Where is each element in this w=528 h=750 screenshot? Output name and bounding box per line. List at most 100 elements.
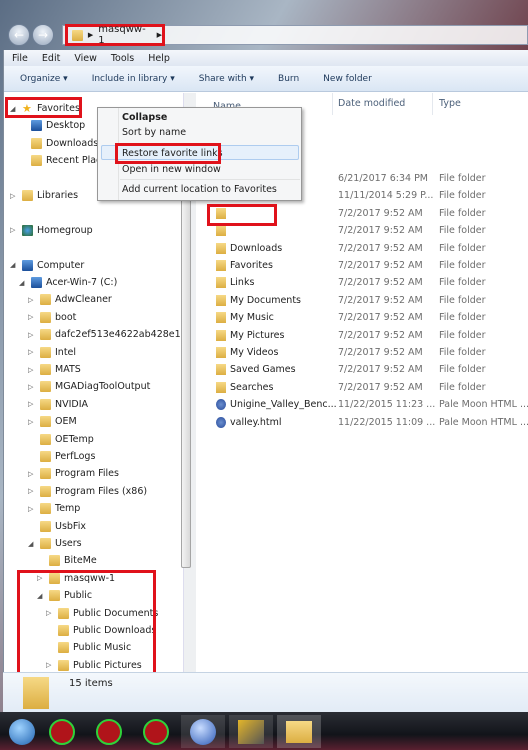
file-row[interactable]: Links 7/2/2017 9:52 AM File folder	[196, 275, 528, 292]
highlight-box	[115, 143, 221, 164]
tree-item[interactable]: ▷ Homegroup	[10, 222, 93, 239]
tree-item[interactable]: ◢ Acer-Win-7 (C:)	[19, 274, 117, 291]
tree-item[interactable]: ▷ Program Files	[28, 465, 119, 482]
taskbar-windows-explorer[interactable]	[277, 715, 321, 748]
tree-item[interactable]: ▷ NVIDIA	[28, 396, 88, 413]
tree-item[interactable]: UsbFix	[28, 518, 86, 535]
expander-icon[interactable]: ▷	[28, 418, 36, 426]
windows-logo-icon	[9, 718, 35, 745]
taskbar-pale-moon[interactable]	[181, 715, 225, 748]
file-row[interactable]: My Videos 7/2/2017 9:52 AM File folder	[196, 345, 528, 362]
tree-item[interactable]: PerfLogs	[28, 448, 95, 465]
menu-item-sort-by-name[interactable]: Sort by name	[122, 127, 186, 138]
breadcrumb-item[interactable]: masqww-1	[98, 24, 151, 46]
expander-icon[interactable]: ▷	[28, 331, 36, 339]
tree-item[interactable]: ▷ boot	[28, 309, 76, 326]
highlight-box	[207, 204, 277, 226]
expander-icon[interactable]: ▷	[10, 226, 18, 234]
tree-item[interactable]: BiteMe	[37, 552, 97, 569]
tree-item-label: UsbFix	[55, 520, 86, 532]
drive-icon	[31, 277, 42, 288]
back-button[interactable]: ←	[8, 24, 30, 46]
toolbar-button[interactable]: Include in library ▾	[92, 74, 175, 84]
expander-icon[interactable]: ▷	[28, 313, 36, 321]
menu-edit[interactable]: Edit	[42, 53, 60, 64]
tree-item[interactable]: ◢ Users	[28, 535, 82, 552]
menu-file[interactable]: File	[12, 53, 28, 64]
menu-item-collapse[interactable]: Collapse	[122, 112, 167, 123]
tree-item[interactable]: ▷ Intel	[28, 344, 76, 361]
file-type: Pale Moon HTML ...	[439, 399, 528, 411]
tree-item[interactable]: ▷ MATS	[28, 361, 81, 378]
file-date: 7/2/2017 9:52 AM	[338, 260, 423, 271]
tree-item[interactable]: ▷ dafc2ef513e4622ab428e1	[28, 326, 181, 343]
chevron-right-icon: ▶	[156, 31, 162, 39]
file-type: File folder	[439, 294, 486, 306]
expander-icon[interactable]: ▷	[10, 192, 18, 200]
tree-item[interactable]: ▷ OEM	[28, 413, 77, 430]
start-button[interactable]	[0, 715, 44, 748]
tree-item-label: Computer	[37, 259, 85, 271]
tree-item[interactable]: Downloads	[19, 135, 98, 152]
folder-icon	[286, 720, 312, 743]
file-type: File folder	[439, 260, 486, 271]
column-type[interactable]: Type	[439, 98, 461, 109]
html-file-icon	[216, 399, 226, 411]
file-row[interactable]: My Music 7/2/2017 9:52 AM File folder	[196, 310, 528, 327]
tree-item[interactable]: ▷ MGADiagToolOutput	[28, 378, 150, 395]
taskbar-security-tool[interactable]	[229, 715, 273, 748]
file-row[interactable]: Searches 7/2/2017 9:52 AM File folder	[196, 380, 528, 397]
expander-icon[interactable]: ▷	[28, 487, 36, 495]
file-row[interactable]: Unigine_Valley_Benc... 11/22/2015 11:23 .…	[196, 397, 528, 414]
folder-icon	[40, 311, 51, 323]
folder-icon	[40, 416, 51, 428]
folder-icon	[216, 329, 226, 341]
column-date[interactable]: Date modified	[338, 98, 405, 109]
desktop-icon	[31, 120, 42, 132]
taskbar-app-s[interactable]	[134, 715, 178, 748]
taskbar-app-m[interactable]	[87, 715, 131, 748]
file-row[interactable]: My Pictures 7/2/2017 9:52 AM File folder	[196, 328, 528, 345]
tree-item[interactable]: Desktop	[19, 117, 85, 134]
menu-help[interactable]: Help	[148, 53, 170, 64]
expander-icon[interactable]: ◢	[28, 540, 36, 548]
expander-icon[interactable]: ▷	[28, 505, 36, 513]
menu-tools[interactable]: Tools	[111, 53, 134, 64]
expander-icon[interactable]: ▷	[28, 348, 36, 356]
expander-icon[interactable]: ◢	[19, 279, 27, 287]
expander-icon[interactable]: ▷	[28, 400, 36, 408]
toolbar-button[interactable]: Share with ▾	[199, 74, 254, 84]
menu-item-add-to-favorites[interactable]: Add current location to Favorites	[122, 184, 277, 195]
expander-icon[interactable]: ▷	[28, 470, 36, 478]
file-row[interactable]: My Documents 7/2/2017 9:52 AM File folder	[196, 293, 528, 310]
toolbar-button[interactable]: New folder	[323, 74, 372, 84]
toolbar-button[interactable]: Organize ▾	[20, 74, 68, 84]
tree-item[interactable]: OETemp	[28, 431, 94, 448]
address-breadcrumb[interactable]: ▶ masqww-1 ▶	[65, 24, 165, 46]
file-name: My Documents	[230, 294, 302, 306]
menu-item-open-new-window[interactable]: Open in new window	[122, 164, 221, 175]
taskbar-app-e[interactable]	[40, 715, 84, 748]
tree-item[interactable]: ▷ Program Files (x86)	[28, 483, 147, 500]
file-row[interactable]: valley.html 11/22/2015 11:09 ... Pale Moon…	[196, 415, 528, 432]
tree-item[interactable]: ◢ Computer	[10, 257, 84, 274]
tree-item[interactable]: ▷ AdwCleaner	[28, 291, 112, 308]
taskbar	[0, 712, 528, 750]
expander-icon[interactable]: ◢	[10, 261, 18, 269]
file-row[interactable]: Downloads 7/2/2017 9:52 AM File folder	[196, 241, 528, 258]
expander-icon[interactable]: ▷	[28, 383, 36, 391]
expander-icon[interactable]: ▷	[28, 366, 36, 374]
expander-icon[interactable]: ▷	[28, 296, 36, 304]
column-divider	[432, 93, 433, 115]
toolbar-button[interactable]: Burn	[278, 74, 299, 84]
menu-view[interactable]: View	[74, 53, 97, 64]
tree-item[interactable]: ▷ Libraries	[10, 187, 78, 204]
tree-item[interactable]: ▷ Temp	[28, 500, 80, 517]
file-type: File folder	[439, 173, 486, 184]
file-date: 7/2/2017 9:52 AM	[338, 225, 423, 237]
file-row[interactable]: Saved Games 7/2/2017 9:52 AM File folder	[196, 362, 528, 379]
app-e-icon	[49, 718, 75, 745]
forward-button[interactable]: →	[32, 24, 54, 46]
file-row[interactable]: Favorites 7/2/2017 9:52 AM File folder	[196, 258, 528, 275]
file-type: File folder	[439, 242, 486, 254]
